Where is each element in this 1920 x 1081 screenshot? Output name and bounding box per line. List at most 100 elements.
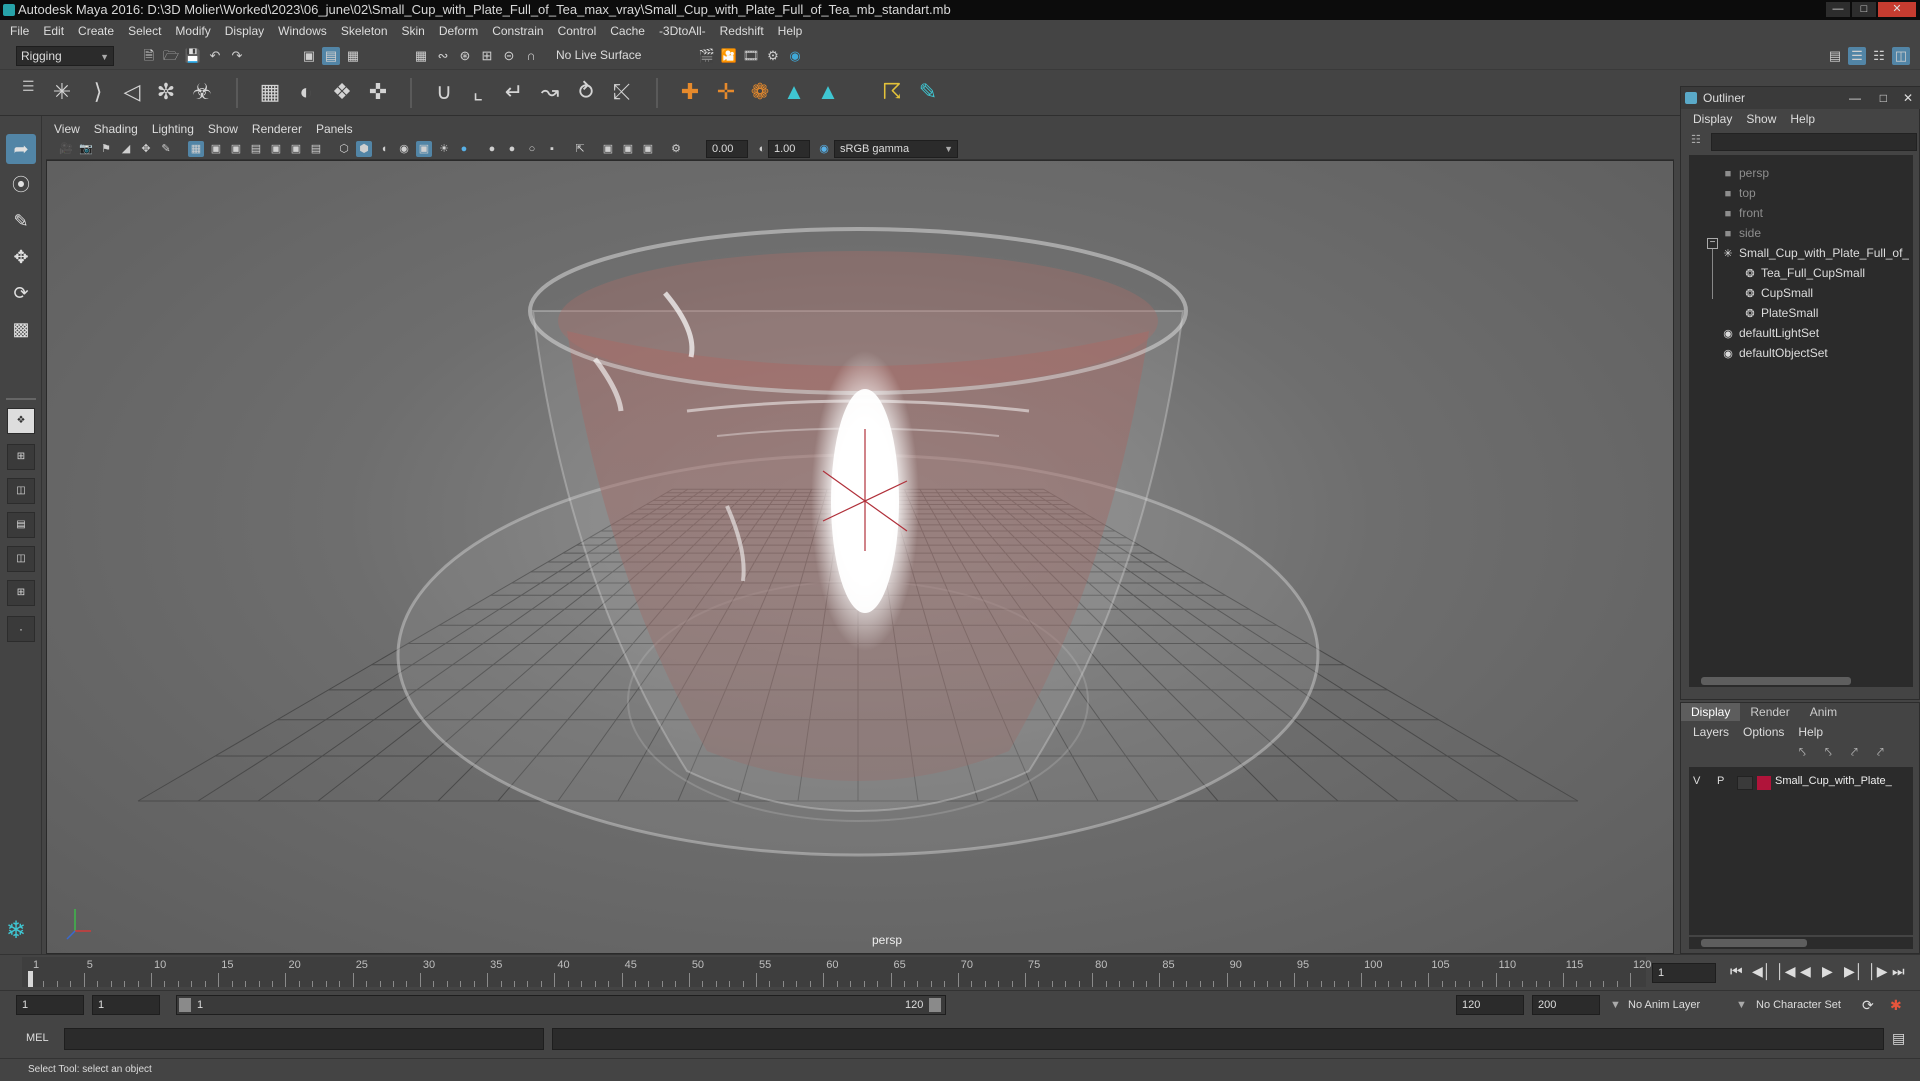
camera-attributes-icon[interactable]: 📷 [78, 141, 94, 157]
outliner-item[interactable]: ◉ defaultObjectSet [1721, 343, 1828, 363]
textured-icon[interactable]: ◉ [396, 141, 412, 157]
aim-constraint-icon[interactable]: ↵ [498, 76, 530, 108]
layer-color-swatch[interactable] [1757, 776, 1771, 790]
render-view-icon[interactable]: 🎦 [720, 47, 738, 65]
close-icon[interactable]: ✕ [1903, 87, 1913, 109]
outliner-hscroll[interactable] [1689, 675, 1913, 687]
menu-cache[interactable]: Cache [610, 24, 645, 38]
menu-constrain[interactable]: Constrain [492, 24, 543, 38]
snap-surface-icon[interactable]: ⊝ [500, 47, 518, 65]
2d-pan-zoom-icon[interactable]: ✥ [138, 141, 154, 157]
layer-tab-anim[interactable]: Anim [1800, 703, 1847, 721]
move-layer-down-icon[interactable]: ⤤ [1877, 745, 1884, 760]
field-chart-icon[interactable]: ▣ [268, 141, 284, 157]
script-language-toggle[interactable]: MEL [26, 1032, 49, 1044]
menu-3dtoall[interactable]: -3DtoAll- [659, 24, 706, 38]
xray-active-icon[interactable]: ▣ [620, 141, 636, 157]
ipr-render-icon[interactable]: 🎞 [742, 47, 760, 65]
menu-modify[interactable]: Modify [175, 24, 210, 38]
new-scene-icon[interactable]: 🗎 [140, 47, 158, 65]
character-set-dropdown[interactable]: No Character Set [1756, 995, 1841, 1015]
shelf-tab-menu-icon[interactable]: ☰ [22, 78, 35, 95]
range-end-handle[interactable] [929, 998, 941, 1012]
layer-visibility-toggle[interactable]: V [1693, 775, 1700, 787]
safe-title-icon[interactable]: ▤ [308, 141, 324, 157]
minimize-icon[interactable]: — [1849, 87, 1861, 109]
panel-menu-show[interactable]: Show [208, 122, 238, 136]
new-layer-selected-icon[interactable]: ⤣ [1825, 745, 1832, 760]
scale-tool-icon[interactable]: ▩ [6, 314, 36, 344]
xray-icon[interactable]: ▣ [416, 141, 432, 157]
rotate-tool-icon[interactable]: ⟳ [6, 278, 36, 308]
panel-menu-panels[interactable]: Panels [316, 122, 353, 136]
multisample-aa-icon[interactable]: ○ [524, 141, 540, 157]
point-constraint-icon[interactable]: ⌞ [462, 76, 494, 108]
panel-menu-view[interactable]: View [54, 122, 80, 136]
grid-toggle-icon[interactable]: ▦ [188, 141, 204, 157]
step-forward-key-icon[interactable]: ▶│ [1844, 963, 1864, 980]
gamma-field[interactable]: 1.00 [768, 140, 810, 158]
minimize-icon[interactable]: — [1826, 2, 1850, 17]
move-layer-up-icon[interactable]: ⤤ [1851, 745, 1858, 760]
snap-point-icon[interactable]: ⊛ [456, 47, 474, 65]
scroll-thumb[interactable] [1701, 939, 1807, 947]
menu-select[interactable]: Select [128, 24, 161, 38]
backface-culling-icon[interactable]: ▣ [640, 141, 656, 157]
menu-create[interactable]: Create [78, 24, 114, 38]
outliner-menu-display[interactable]: Display [1693, 112, 1732, 126]
panel-menu-lighting[interactable]: Lighting [152, 122, 194, 136]
shadows-icon[interactable]: ● [456, 141, 472, 157]
snap-curve-icon[interactable]: ∾ [434, 47, 452, 65]
outliner-menu-show[interactable]: Show [1746, 112, 1776, 126]
layer-display-type[interactable] [1737, 776, 1753, 790]
current-frame-field[interactable]: 1 [1652, 963, 1716, 983]
outliner-item[interactable]: ■ top [1721, 183, 1756, 203]
playback-start-field[interactable]: 1 [92, 995, 160, 1015]
center-pivot-icon[interactable]: ❁ [744, 76, 776, 108]
menu-set-dropdown[interactable]: Rigging ▼ [16, 46, 114, 66]
open-scene-icon[interactable]: 🗁 [162, 47, 180, 65]
channel-box-icon[interactable]: ◫ [1892, 47, 1910, 65]
menu-deform[interactable]: Deform [439, 24, 478, 38]
exposure-field[interactable]: 0.00 [706, 140, 748, 158]
step-back-key-icon[interactable]: │◀ [1776, 963, 1796, 980]
outliner-search-input[interactable] [1711, 133, 1917, 151]
select-tool-icon[interactable]: ➦ [6, 134, 36, 164]
select-component-icon[interactable]: ▦ [344, 47, 362, 65]
range-slider[interactable]: 1 120 [176, 995, 946, 1015]
isolate-select-icon[interactable]: ⇱ [572, 141, 588, 157]
live-surface-field[interactable]: No Live Surface [552, 46, 656, 66]
anim-layer-dropdown[interactable]: No Anim Layer [1628, 995, 1700, 1015]
menu-help[interactable]: Help [778, 24, 803, 38]
layer-menu-options[interactable]: Options [1743, 725, 1784, 739]
move-tool-icon[interactable]: ✥ [6, 242, 36, 272]
command-input[interactable] [64, 1028, 544, 1050]
new-layer-icon[interactable]: ⤣ [1799, 745, 1806, 760]
animation-prefs-icon[interactable]: ✱ [1890, 995, 1902, 1015]
layer-row[interactable]: V P Small_Cup_with_Plate_ [1689, 773, 1913, 793]
color-management-icon[interactable]: ◉ [816, 141, 832, 157]
menu-control[interactable]: Control [558, 24, 597, 38]
colorspace-dropdown[interactable]: sRGB gamma ▼ [834, 140, 958, 158]
scroll-thumb[interactable] [1701, 677, 1851, 685]
animation-end-field[interactable]: 200 [1532, 995, 1600, 1015]
filter-icon[interactable]: ☷ [1691, 133, 1701, 146]
gate-mask-icon[interactable]: ▤ [248, 141, 264, 157]
mirror-joint-icon[interactable]: ☣ [186, 76, 218, 108]
render-settings-icon[interactable]: ⚙ [764, 47, 782, 65]
maya-script-2-icon[interactable]: ▲ [812, 76, 844, 108]
animation-start-field[interactable]: 1 [16, 995, 84, 1015]
select-hierarchy-icon[interactable]: ▣ [300, 47, 318, 65]
more-layouts-icon[interactable]: · [7, 616, 35, 642]
magnet-icon[interactable]: ∩ [522, 47, 540, 65]
side-by-side-layout-icon[interactable]: ◫ [7, 478, 35, 504]
scale-constraint-icon[interactable]: ⥁ [570, 76, 602, 108]
collapse-icon[interactable]: − [1707, 238, 1718, 249]
motion-blur-icon[interactable]: ● [504, 141, 520, 157]
brush-script-icon[interactable]: ✎ [912, 76, 944, 108]
panel-menu-renderer[interactable]: Renderer [252, 122, 302, 136]
time-slider[interactable]: 1 5 10 15 20 25 30 35 40 45 50 55 60 65 70 75 80 85 90 95 10… [0, 954, 1920, 988]
current-time-marker[interactable] [28, 971, 33, 987]
lasso-tool-icon[interactable]: ⦿ [6, 170, 36, 200]
outliner-item[interactable]: ✳ Small_Cup_with_Plate_Full_of_ [1721, 243, 1909, 263]
